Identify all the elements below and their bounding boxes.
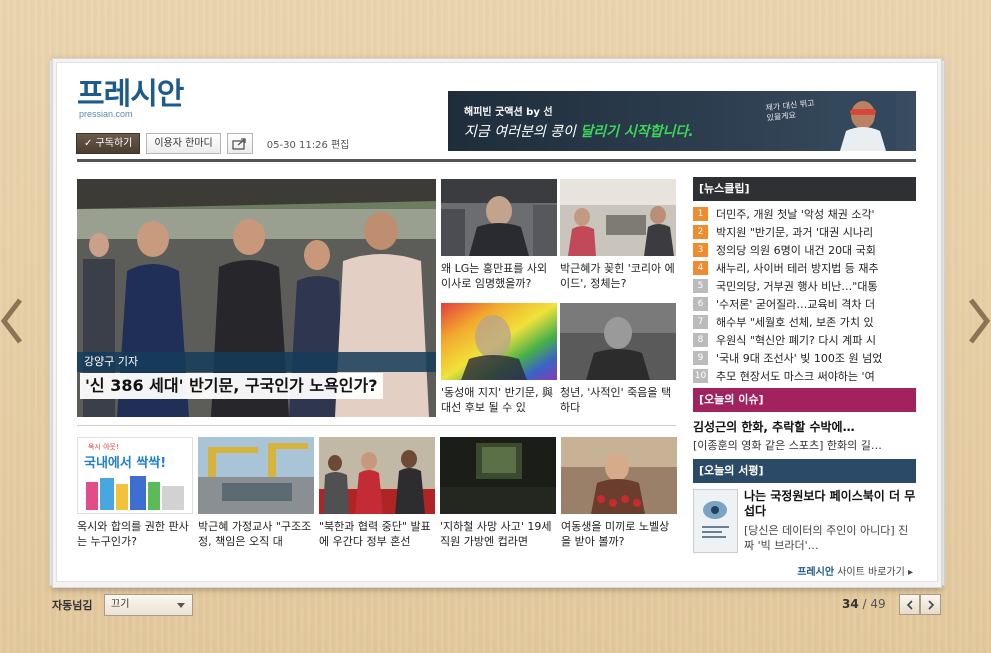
bottom-caption-4[interactable]: '지하철 사망 사고' 19세 직원 가방엔 컵라면 <box>440 519 558 551</box>
rank-number: 7 <box>693 315 708 329</box>
prev-page-arrow-icon[interactable] <box>0 296 26 346</box>
runner-image <box>830 93 896 151</box>
rank-number: 8 <box>693 333 708 347</box>
news-clip-item[interactable]: 9 '국내 9대 조선사' 빚 100조 원 넘었 <box>693 349 916 367</box>
story-photo-3[interactable] <box>441 303 557 380</box>
review-text: 나는 국정원보다 페이스북이 더 무섭다 [당신은 데이터의 주인이 아니다] … <box>744 489 916 553</box>
issue-subtitle[interactable]: [이종훈의 영화 같은 스포츠] 한화의 길… <box>693 437 916 453</box>
review-header: [오늘의 서평] <box>693 459 916 483</box>
news-clip-item[interactable]: 3 정의당 의원 6명이 내건 20대 국회 <box>693 241 916 259</box>
auto-flip-label: 자동넘김 <box>52 599 93 612</box>
rank-number: 3 <box>693 243 708 257</box>
rank-number: 9 <box>693 351 708 365</box>
subscribe-button[interactable]: ✓ 구독하기 <box>76 133 141 154</box>
story-photo-4[interactable] <box>560 303 676 380</box>
news-clip-text: 더민주, 개원 첫날 '악성 채권 소각' <box>716 208 875 221</box>
story-caption-2[interactable]: 박근혜가 꽂힌 '코리아 에이드', 정체는? <box>560 261 676 293</box>
news-clip-item[interactable]: 1 더민주, 개원 첫날 '악성 채권 소각' <box>693 205 916 223</box>
news-clip-text: 국민의당, 거부권 행사 비난…"대통 <box>716 280 878 293</box>
site-link-brand: 프레시안 <box>797 567 835 578</box>
site-link[interactable]: 프레시안 사이트 바로가기 ▸ <box>797 563 913 578</box>
news-clip-item[interactable]: 5 국민의당, 거부권 행사 비난…"대통 <box>693 277 916 295</box>
header-divider <box>77 159 916 162</box>
review-headline: 나는 국정원보다 페이스북이 더 무섭다 <box>744 489 916 518</box>
chevron-right-icon <box>927 599 934 610</box>
bottom-photo-5[interactable] <box>561 437 677 514</box>
news-clip-item[interactable]: 6 '수저론' 굳어질라…교육비 격차 더 <box>693 295 916 313</box>
news-clip-text: 해수부 "세월호 선체, 보존 가치 있 <box>716 316 874 329</box>
page-counter: 34 / 49 <box>842 597 886 611</box>
share-icon <box>232 138 246 150</box>
banner-main-prefix: 지금 여러분의 콩이 <box>464 124 581 140</box>
rank-number: 1 <box>693 207 708 221</box>
bottom-caption-3[interactable]: "북한과 협력 중단" 발표에 우간다 정부 혼선 <box>319 519 437 551</box>
news-clip-text: 새누리, 사이버 테러 방지법 등 재추 <box>716 262 879 275</box>
edit-date: 05-30 11:26 편집 <box>266 140 350 151</box>
banner-small-text: 해피빈 굿액션 by 선 <box>464 107 553 118</box>
user-comment-button[interactable]: 이용자 한마디 <box>146 133 221 154</box>
story-caption-3[interactable]: '동성애 지지' 반기문, 與 대선 후보 될 수 있 <box>441 385 557 417</box>
news-clip-item[interactable]: 4 새누리, 사이버 테러 방지법 등 재추 <box>693 259 916 277</box>
rank-number: 4 <box>693 261 708 275</box>
chevron-left-icon <box>906 599 913 610</box>
news-clip-item[interactable]: 7 해수부 "세월호 선체, 보존 가치 있 <box>693 313 916 331</box>
site-link-text: 사이트 바로가기 ▸ <box>834 567 913 578</box>
news-clip-item[interactable]: 8 우원식 "혁신안 폐기? 다시 계파 시 <box>693 331 916 349</box>
news-clip-text: 추모 현장서도 마스크 써야하는 '여 <box>716 370 875 383</box>
bottom-caption-1[interactable]: 옥시와 합의를 권한 판사는 누구인가? <box>77 519 195 551</box>
next-page-button[interactable] <box>920 594 941 615</box>
review-description: [당신은 데이터의 주인이 아니다] 진짜 '빅 브라더'… <box>744 524 909 552</box>
newspaper-page: 프레시안 pressian.com ✓ 구독하기 이용자 한마디 05-30 1… <box>56 62 938 582</box>
review-item[interactable]: 나는 국정원보다 페이스북이 더 무섭다 [당신은 데이터의 주인이 아니다] … <box>693 489 916 553</box>
pressian-logo[interactable]: 프레시안 pressian.com <box>77 77 184 120</box>
news-clip-text: '국내 9대 조선사' 빚 100조 원 넘었 <box>716 352 883 365</box>
share-button[interactable] <box>226 133 253 154</box>
sidebar: [뉴스클립] 1 더민주, 개원 첫날 '악성 채권 소각' 2 박지원 "반기문, … <box>693 177 916 553</box>
auto-flip-value: 끄기 <box>111 599 130 610</box>
story-photo-1[interactable] <box>441 179 557 256</box>
bottom-photo-2[interactable] <box>198 437 314 514</box>
story-photo-2[interactable] <box>560 179 676 256</box>
news-clip-text: 박지원 "반기문, 과거 '대권 시나리 <box>716 226 874 239</box>
section-divider <box>77 425 676 426</box>
toolbar: ✓ 구독하기 이용자 한마디 05-30 11:26 편집 <box>76 133 349 154</box>
main-story-headline[interactable]: '신 386 세대' 반기문, 구국인가 노욕인가? <box>80 373 383 399</box>
news-clip-item[interactable]: 10 추모 현장서도 마스크 써야하는 '여 <box>693 367 916 385</box>
bottom-photo-1[interactable]: 옥시 아웃! 국내에서 싹싹! <box>77 437 193 514</box>
bottom-photo-4[interactable] <box>440 437 556 514</box>
story-caption-4[interactable]: 청년, '사적인' 죽음을 택하다 <box>560 385 676 417</box>
book-cover-image <box>693 489 738 553</box>
dropdown-arrow-icon <box>177 603 185 608</box>
banner-main-text: 지금 여러분의 콩이 달리기 시작합니다. <box>464 121 694 141</box>
rank-number: 6 <box>693 297 708 311</box>
news-clip-list: 1 더민주, 개원 첫날 '악성 채권 소각' 2 박지원 "반기문, 과거 '대권 … <box>693 201 916 385</box>
ad-headline-text: 국내에서 싹싹! <box>84 456 167 471</box>
main-story-overlay[interactable]: 강양구 기자 '신 386 세대' 반기문, 구국인가 노욕인가? <box>77 352 436 417</box>
rank-number: 2 <box>693 225 708 239</box>
issue-headline[interactable]: 김성근의 한화, 추락할 수박에… <box>693 418 916 435</box>
prev-page-button[interactable] <box>899 594 920 615</box>
rank-number: 5 <box>693 279 708 293</box>
total-pages: / 49 <box>858 597 886 611</box>
logo-text: 프레시안 <box>77 77 184 112</box>
story-caption-1[interactable]: 왜 LG는 홍만표를 사외이사로 임명했을까? <box>441 261 557 293</box>
news-clip-text: 정의당 의원 6명이 내건 20대 국회 <box>716 244 876 257</box>
current-page: 34 <box>842 597 859 611</box>
ad-banner[interactable]: 해피빈 굿액션 by 선 지금 여러분의 콩이 달리기 시작합니다. 제가 대신… <box>448 91 916 151</box>
bottom-photo-3[interactable] <box>319 437 435 514</box>
next-page-arrow-icon[interactable] <box>965 296 991 346</box>
news-clip-text: '수저론' 굳어질라…교육비 격차 더 <box>716 298 876 311</box>
rank-number: 10 <box>693 369 708 383</box>
ad-top-text: 옥시 아웃! <box>88 443 119 451</box>
banner-main-highlight: 달리기 시작합니다. <box>580 124 694 140</box>
banner-side-text: 제가 대신 뛰고 있을게요 <box>765 98 816 123</box>
main-story-reporter: 강양구 기자 <box>77 352 436 372</box>
news-clip-header: [뉴스클립] <box>693 177 916 201</box>
news-clip-item[interactable]: 2 박지원 "반기문, 과거 '대권 시나리 <box>693 223 916 241</box>
bottom-caption-2[interactable]: 박근혜 가정교사 "구조조정, 책임은 오직 대 <box>198 519 316 551</box>
bottom-caption-5[interactable]: 여동생을 미끼로 노벨상을 받아 볼까? <box>561 519 679 551</box>
issue-header: [오늘의 이슈] <box>693 388 916 412</box>
auto-flip-select[interactable]: 끄기 <box>104 594 193 616</box>
news-clip-text: 우원식 "혁신안 폐기? 다시 계파 시 <box>716 334 876 347</box>
